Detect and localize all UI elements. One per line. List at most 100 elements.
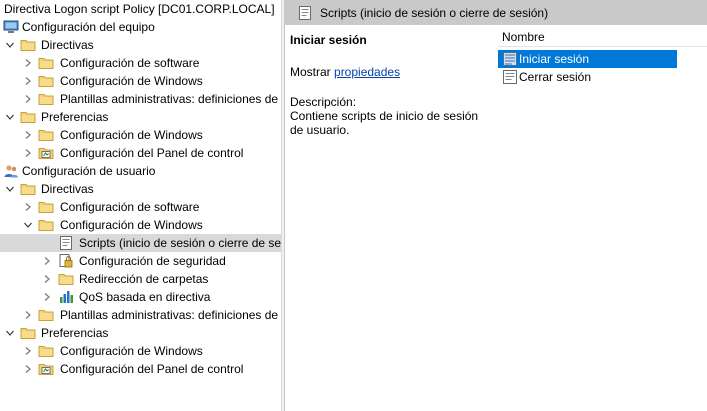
tree-item-label: Directivas — [41, 182, 94, 196]
folder-icon — [38, 73, 54, 89]
tree-item-label: QoS basada en directiva — [79, 290, 211, 304]
security-icon — [58, 253, 74, 269]
users-icon — [3, 163, 19, 179]
show-properties-line: Mostrar propiedades — [290, 65, 400, 79]
tree-item-label: Configuración de Windows — [60, 74, 203, 88]
list-item-label: Cerrar sesión — [519, 70, 592, 84]
chevron-down-icon[interactable] — [4, 108, 16, 126]
tree-item-user-windows-settings[interactable]: Configuración de Windows — [0, 216, 281, 234]
script-icon — [297, 5, 313, 21]
chevron-right-icon[interactable] — [41, 270, 53, 288]
tree-root[interactable]: Directiva Logon script Policy [DC01.CORP… — [0, 0, 281, 18]
chevron-right-icon[interactable] — [41, 288, 53, 306]
chevron-down-icon[interactable] — [22, 216, 34, 234]
tree-item-software-settings[interactable]: Configuración de software — [0, 54, 281, 72]
details-header-title: Scripts (inicio de sesión o cierre de se… — [320, 6, 549, 20]
chevron-right-icon[interactable] — [22, 144, 34, 162]
show-prefix: Mostrar — [290, 65, 335, 79]
column-header-label: Nombre — [502, 30, 545, 44]
chevron-right-icon[interactable] — [22, 198, 34, 216]
tree-item-user-admin-templates[interactable]: Plantillas administrativas: definiciones… — [0, 306, 281, 324]
tree-item-preferences[interactable]: Preferencias — [0, 108, 281, 126]
scripts-list: Nombre Iniciar sesión Cerrar sesión — [498, 25, 707, 411]
tree-item-computer-config[interactable]: Configuración del equipo — [0, 18, 281, 36]
tree-item-label: Configuración de usuario — [22, 164, 156, 178]
folder-icon — [38, 199, 54, 215]
chevron-right-icon[interactable] — [22, 72, 34, 90]
tree-item-label: Configuración de Windows — [60, 344, 203, 358]
tree-item-label: Configuración de software — [60, 56, 200, 70]
folder-icon — [38, 307, 54, 323]
tree-item-label: Configuración de Windows — [60, 128, 203, 142]
tree-item-label: Plantillas administrativas: definiciones… — [60, 92, 279, 106]
chevron-right-icon[interactable] — [22, 360, 34, 378]
list-item-logon[interactable]: Iniciar sesión — [498, 50, 677, 68]
tree-item-label: Configuración del Panel de control — [60, 146, 244, 160]
tree-item-admin-templates[interactable]: Plantillas administrativas: definiciones… — [0, 90, 281, 108]
script-icon — [58, 235, 74, 251]
chevron-right-icon[interactable] — [22, 306, 34, 324]
list-item-label: Iniciar sesión — [519, 52, 590, 66]
folder-icon — [38, 343, 54, 359]
list-item-logoff[interactable]: Cerrar sesión — [498, 68, 677, 86]
properties-link[interactable]: propiedades — [334, 65, 400, 79]
folder-icon — [38, 91, 54, 107]
tree-item-user-control-panel-settings[interactable]: Configuración del Panel de control — [0, 360, 281, 378]
chevron-right-icon[interactable] — [41, 252, 53, 270]
tree-item-label: Configuración del equipo — [22, 20, 155, 34]
tree-item-label: Configuración de software — [60, 200, 200, 214]
computer-icon — [3, 19, 19, 35]
selected-item-title: Iniciar sesión — [290, 33, 367, 47]
tree-root-label: Directiva Logon script Policy [DC01.CORP… — [4, 2, 275, 16]
folder-icon — [38, 127, 54, 143]
chevron-right-icon[interactable] — [22, 90, 34, 108]
script-list-icon — [502, 69, 518, 85]
tree-item-label: Preferencias — [41, 110, 109, 124]
description-panel: Iniciar sesión Mostrar propiedades Descr… — [285, 25, 495, 411]
folder-icon — [20, 181, 36, 197]
tree-item-security-settings[interactable]: Configuración de seguridad — [0, 252, 281, 270]
tree-item-user-software-settings[interactable]: Configuración de software — [0, 198, 281, 216]
chevron-right-icon[interactable] — [22, 54, 34, 72]
tree-item-user-config[interactable]: Configuración de usuario — [0, 162, 281, 180]
folder-icon — [20, 37, 36, 53]
tree-item-windows-settings[interactable]: Configuración de Windows — [0, 72, 281, 90]
tree-item-folder-redirection[interactable]: Redirección de carpetas — [0, 270, 281, 288]
tree-item-label: Redirección de carpetas — [79, 272, 209, 286]
tree-item-label: Scripts (inicio de sesión o cierre de se… — [79, 236, 281, 250]
tree-pane: Directiva Logon script Policy [DC01.CORP… — [0, 0, 281, 411]
tree-item-label: Configuración del Panel de control — [60, 362, 244, 376]
chevron-down-icon[interactable] — [4, 180, 16, 198]
folder-icon — [20, 109, 36, 125]
description-text: Contiene scripts de inicio de sesión de … — [290, 109, 479, 137]
folder-icon — [38, 55, 54, 71]
qos-chart-icon — [58, 289, 74, 305]
tree-item-user-preferences[interactable]: Preferencias — [0, 324, 281, 342]
tree-item-scripts[interactable]: Scripts (inicio de sesión o cierre de se… — [0, 234, 281, 252]
chevron-down-icon[interactable] — [4, 324, 16, 342]
control-panel-folder-icon — [38, 145, 54, 161]
control-panel-folder-icon — [38, 361, 54, 377]
tree-item-user-policies[interactable]: Directivas — [0, 180, 281, 198]
tree-item-label: Configuración de Windows — [60, 218, 203, 232]
tree-item-policy-based-qos[interactable]: QoS basada en directiva — [0, 288, 281, 306]
tree-item-control-panel-settings[interactable]: Configuración del Panel de control — [0, 144, 281, 162]
description-label: Descripción: — [290, 95, 357, 109]
tree-item-label: Preferencias — [41, 326, 109, 340]
folder-icon — [58, 271, 74, 287]
tree-item-label: Plantillas administrativas: definiciones… — [60, 308, 279, 322]
tree-item-user-pref-windows-settings[interactable]: Configuración de Windows — [0, 342, 281, 360]
chevron-down-icon[interactable] — [4, 36, 16, 54]
script-list-icon — [502, 51, 518, 67]
folder-icon — [38, 217, 54, 233]
column-header-name[interactable]: Nombre — [498, 25, 707, 47]
details-header: Scripts (inicio de sesión o cierre de se… — [285, 0, 707, 25]
details-pane: Scripts (inicio de sesión o cierre de se… — [285, 0, 707, 411]
tree-item-label: Configuración de seguridad — [79, 254, 226, 268]
tree-item-pref-windows-settings[interactable]: Configuración de Windows — [0, 126, 281, 144]
chevron-right-icon[interactable] — [22, 342, 34, 360]
chevron-right-icon[interactable] — [22, 126, 34, 144]
tree-item-label: Directivas — [41, 38, 94, 52]
folder-icon — [20, 325, 36, 341]
tree-item-policies[interactable]: Directivas — [0, 36, 281, 54]
